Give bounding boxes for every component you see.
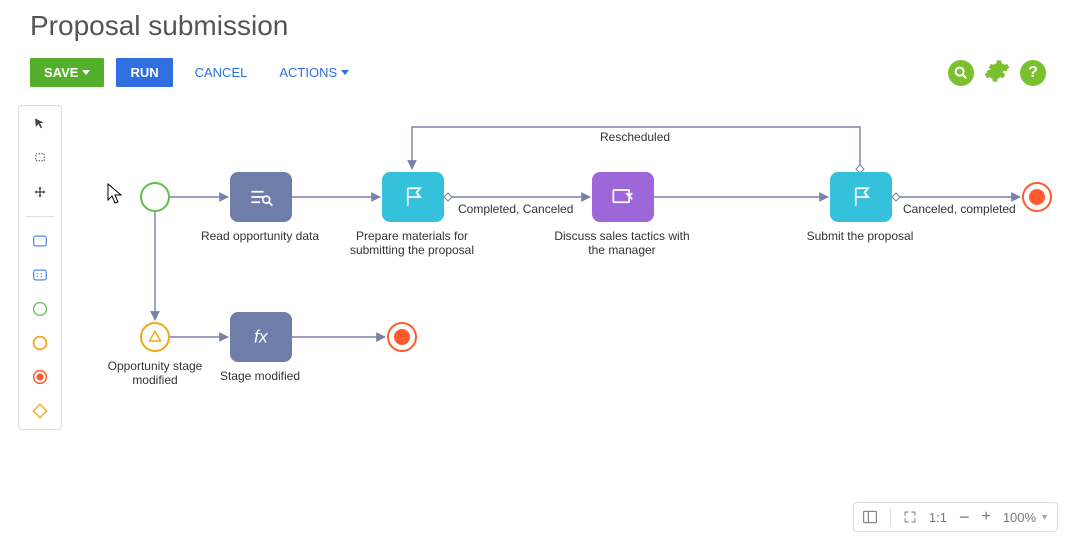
stage-modified-label: Stage modified (190, 369, 330, 383)
prepare-materials-label: Prepare materials for submitting the pro… (342, 229, 482, 257)
help-icon[interactable]: ? (1020, 60, 1046, 86)
edge-label-rescheduled: Rescheduled (600, 130, 670, 144)
lasso-tool-icon[interactable] (30, 148, 50, 168)
save-label: SAVE (44, 65, 78, 80)
actions-button[interactable]: ACTIONS (269, 58, 359, 87)
connector-layer (70, 97, 1058, 477)
fit-screen-icon[interactable] (903, 510, 917, 524)
task-shape-icon[interactable] (30, 231, 50, 251)
actions-label: ACTIONS (279, 65, 337, 80)
workspace: Read opportunity data Prepare materials … (18, 97, 1058, 477)
pan-tool-icon[interactable] (30, 182, 50, 202)
separator (890, 508, 891, 526)
minimap-icon[interactable] (862, 509, 878, 525)
gateway-shape-icon[interactable] (30, 401, 50, 421)
intermediate-event-icon[interactable] (30, 333, 50, 353)
end-event-node-main[interactable] (1022, 182, 1052, 212)
zoom-ratio-button[interactable]: 1:1 (929, 510, 947, 525)
zoom-out-button[interactable]: − (959, 507, 970, 528)
discuss-tactics-label: Discuss sales tactics with the manager (552, 229, 692, 257)
submit-proposal-node[interactable] (830, 172, 892, 222)
zoom-level-button[interactable]: 100% ▼ (1003, 510, 1049, 525)
start-event-node[interactable] (140, 182, 170, 212)
end-event-icon[interactable] (30, 367, 50, 387)
gear-icon[interactable] (984, 58, 1010, 87)
caret-down-icon: ▼ (1040, 512, 1049, 522)
discuss-tactics-node[interactable] (592, 172, 654, 222)
read-opportunity-label: Read opportunity data (190, 229, 330, 243)
edge-label-canceled-completed: Canceled, completed (903, 202, 1016, 216)
zoom-toolbar: 1:1 − + 100% ▼ (853, 502, 1058, 532)
zoom-level-value: 100% (1003, 510, 1036, 525)
stage-modified-node[interactable]: fx (230, 312, 292, 362)
cancel-button[interactable]: CANCEL (185, 58, 258, 87)
toolbar-right-icons: ? (948, 58, 1046, 87)
submit-proposal-label: Submit the proposal (790, 229, 930, 243)
run-button[interactable]: RUN (116, 58, 172, 87)
cursor-icon (106, 182, 124, 204)
subtask-shape-icon[interactable] (30, 265, 50, 285)
caret-down-icon (341, 70, 349, 75)
start-event-icon[interactable] (30, 299, 50, 319)
search-icon[interactable] (948, 60, 974, 86)
tool-palette (18, 105, 62, 430)
run-label: RUN (130, 65, 158, 80)
caret-down-icon (82, 70, 90, 75)
intermediate-event-node[interactable] (140, 322, 170, 352)
page-title: Proposal submission (0, 0, 1076, 44)
toolbar: SAVE RUN CANCEL ACTIONS ? (0, 44, 1076, 97)
end-event-node-secondary[interactable] (387, 322, 417, 352)
cancel-label: CANCEL (195, 65, 248, 80)
zoom-in-button[interactable]: + (981, 508, 990, 526)
read-opportunity-node[interactable] (230, 172, 292, 222)
svg-text:fx: fx (254, 326, 269, 346)
edge-label-completed-canceled: Completed, Canceled (458, 202, 573, 216)
palette-separator (26, 216, 54, 217)
save-button[interactable]: SAVE (30, 58, 104, 87)
pointer-tool-icon[interactable] (30, 114, 50, 134)
prepare-materials-node[interactable] (382, 172, 444, 222)
diagram-canvas[interactable]: Read opportunity data Prepare materials … (70, 97, 1058, 477)
